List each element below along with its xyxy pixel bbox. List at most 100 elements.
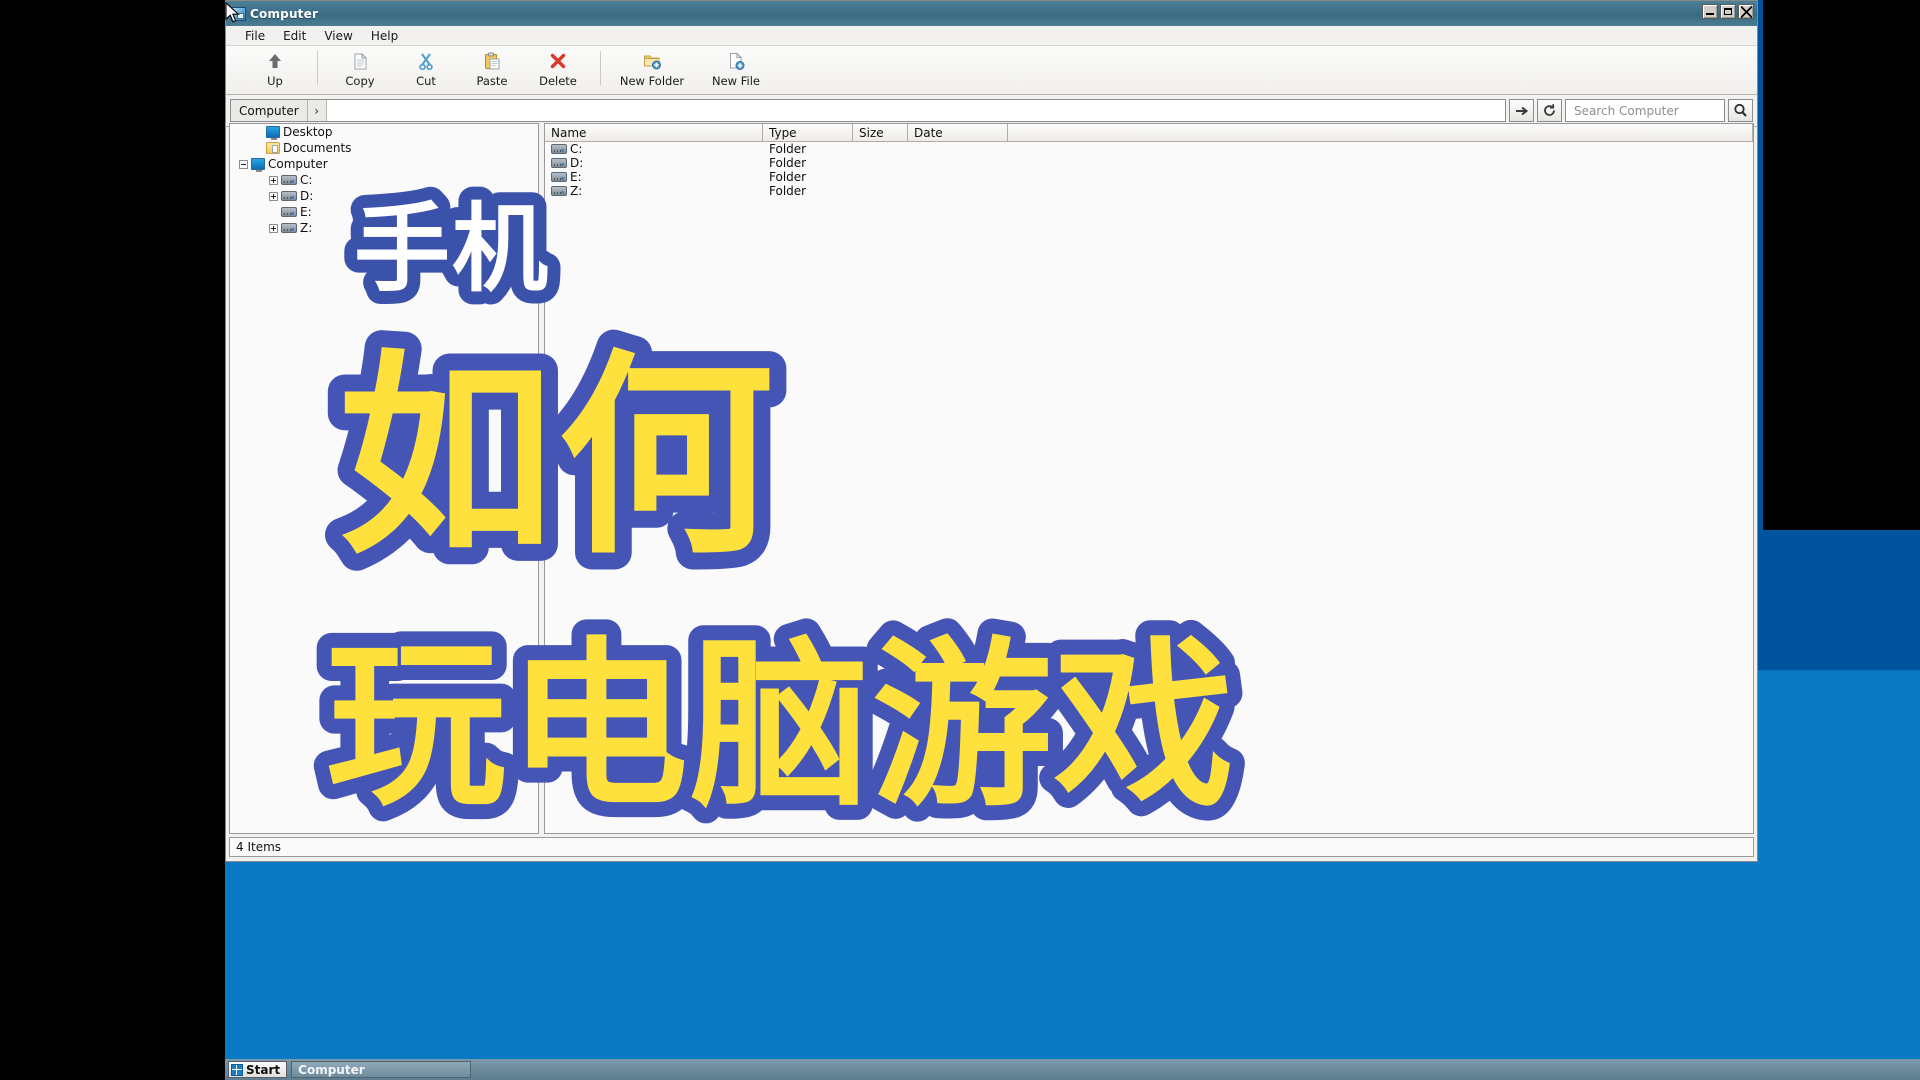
clipboard-icon bbox=[483, 51, 501, 71]
search-box[interactable] bbox=[1565, 99, 1725, 122]
tree-item-label: D: bbox=[300, 189, 314, 203]
file-list-body: C: Folder D: Folder E: Folder Z: Folder bbox=[545, 142, 1753, 198]
folder-tree-pane[interactable]: Desktop Documents Computer C: D: E: Z: bbox=[229, 123, 539, 834]
toolbar-cut-label: Cut bbox=[416, 74, 436, 88]
magnifier-icon bbox=[1734, 103, 1747, 117]
drive-icon bbox=[281, 175, 297, 185]
plus-icon[interactable] bbox=[269, 223, 278, 233]
start-label: Start bbox=[246, 1062, 281, 1077]
tree-expander-spacer bbox=[266, 204, 281, 220]
windows-flag-icon bbox=[231, 1063, 243, 1076]
drive-icon bbox=[551, 172, 567, 182]
file-type-cell: Folder bbox=[769, 170, 807, 184]
tree-item-e[interactable]: E: bbox=[230, 204, 538, 220]
search-input[interactable] bbox=[1572, 102, 1724, 119]
tree-item-z[interactable]: Z: bbox=[230, 220, 538, 236]
menubar: File Edit View Help bbox=[226, 26, 1757, 46]
file-row[interactable]: C: Folder bbox=[545, 142, 1753, 156]
toolbar: Up Copy Cut Paste Delete New Folder New … bbox=[226, 46, 1757, 95]
start-button[interactable]: Start bbox=[228, 1061, 288, 1078]
toolbar-up-button[interactable]: Up bbox=[242, 49, 308, 88]
plus-icon[interactable] bbox=[269, 175, 278, 185]
menu-edit[interactable]: Edit bbox=[274, 28, 315, 44]
toolbar-separator-2 bbox=[600, 51, 601, 85]
column-header-type[interactable]: Type bbox=[763, 124, 853, 141]
chevron-right-icon[interactable]: › bbox=[307, 100, 327, 121]
breadcrumb[interactable]: Computer › bbox=[230, 99, 1506, 122]
file-name-label: C: bbox=[570, 142, 583, 156]
new-file-icon bbox=[727, 51, 745, 71]
menu-file[interactable]: File bbox=[236, 28, 274, 44]
toolbar-up-label: Up bbox=[267, 74, 283, 88]
tree-item-label: Computer bbox=[268, 157, 328, 171]
toolbar-new-folder-button[interactable]: New Folder bbox=[610, 49, 694, 88]
screen: Computer File Edit View Help Up Copy Cut… bbox=[0, 0, 1920, 1080]
toolbar-new-folder-label: New Folder bbox=[619, 74, 685, 88]
file-name-label: Z: bbox=[570, 184, 583, 198]
toolbar-new-file-label: New File bbox=[712, 74, 760, 88]
menu-view[interactable]: View bbox=[315, 28, 361, 44]
toolbar-paste-button[interactable]: Paste bbox=[459, 49, 525, 88]
maximize-button[interactable] bbox=[1720, 4, 1736, 19]
tree-item-desktop[interactable]: Desktop bbox=[230, 124, 538, 140]
column-header-filler bbox=[1008, 124, 1753, 141]
close-button[interactable] bbox=[1738, 4, 1754, 19]
tree-item-c[interactable]: C: bbox=[230, 172, 538, 188]
drive-icon bbox=[281, 191, 297, 201]
tree-item-label: Z: bbox=[300, 221, 313, 235]
file-row[interactable]: D: Folder bbox=[545, 156, 1753, 170]
file-type-cell: Folder bbox=[769, 142, 807, 156]
breadcrumb-item-computer[interactable]: Computer bbox=[231, 100, 308, 121]
plus-icon[interactable] bbox=[269, 191, 278, 201]
toolbar-cut-button[interactable]: Cut bbox=[393, 49, 459, 88]
tree-expander[interactable] bbox=[266, 220, 281, 236]
toolbar-copy-button[interactable]: Copy bbox=[327, 49, 393, 88]
minimize-button[interactable] bbox=[1702, 4, 1718, 19]
drive-icon bbox=[551, 158, 567, 168]
go-button[interactable] bbox=[1509, 99, 1534, 122]
documents-icon bbox=[266, 142, 280, 154]
search-button[interactable] bbox=[1728, 99, 1753, 122]
tree-item-label: C: bbox=[300, 173, 313, 187]
window-controls bbox=[1702, 4, 1754, 19]
refresh-button[interactable] bbox=[1537, 99, 1562, 122]
letterbox-left bbox=[0, 0, 225, 1080]
file-type-cell: Folder bbox=[769, 184, 807, 198]
toolbar-copy-label: Copy bbox=[345, 74, 375, 88]
tree-item-label: Desktop bbox=[283, 125, 333, 139]
letterbox-bottom bbox=[0, 1050, 225, 1080]
tree-expander[interactable] bbox=[266, 172, 281, 188]
arrow-up-icon bbox=[266, 51, 284, 71]
toolbar-new-file-button[interactable]: New File bbox=[694, 49, 778, 88]
file-name-cell: Z: bbox=[545, 184, 763, 198]
file-row[interactable]: Z: Folder bbox=[545, 184, 1753, 198]
column-header-size[interactable]: Size bbox=[853, 124, 908, 141]
menu-help[interactable]: Help bbox=[362, 28, 407, 44]
column-header-date[interactable]: Date bbox=[908, 124, 1008, 141]
toolbar-delete-button[interactable]: Delete bbox=[525, 49, 591, 88]
file-list-pane[interactable]: Name Type Size Date C: Folder D: Folder E: Folde… bbox=[544, 123, 1754, 834]
tree-item-documents[interactable]: Documents bbox=[230, 140, 538, 156]
scissors-icon bbox=[417, 51, 435, 71]
tree-item-computer[interactable]: Computer bbox=[230, 156, 538, 172]
copy-icon bbox=[351, 51, 369, 71]
window-titlebar[interactable]: Computer bbox=[226, 1, 1757, 26]
tree-expander-spacer bbox=[251, 124, 266, 140]
tree-item-d[interactable]: D: bbox=[230, 188, 538, 204]
toolbar-separator-1 bbox=[317, 51, 318, 85]
new-folder-icon bbox=[643, 51, 661, 71]
drive-icon bbox=[281, 223, 297, 233]
file-name-label: D: bbox=[570, 156, 584, 170]
minus-icon[interactable] bbox=[239, 159, 248, 169]
tree-expander[interactable] bbox=[236, 156, 251, 172]
file-name-label: E: bbox=[570, 170, 582, 184]
file-row[interactable]: E: Folder bbox=[545, 170, 1753, 184]
taskbar-item-computer[interactable]: Computer bbox=[291, 1061, 472, 1078]
file-name-cell: D: bbox=[545, 156, 763, 170]
tree-expander[interactable] bbox=[266, 188, 281, 204]
column-header-name[interactable]: Name bbox=[545, 124, 763, 141]
